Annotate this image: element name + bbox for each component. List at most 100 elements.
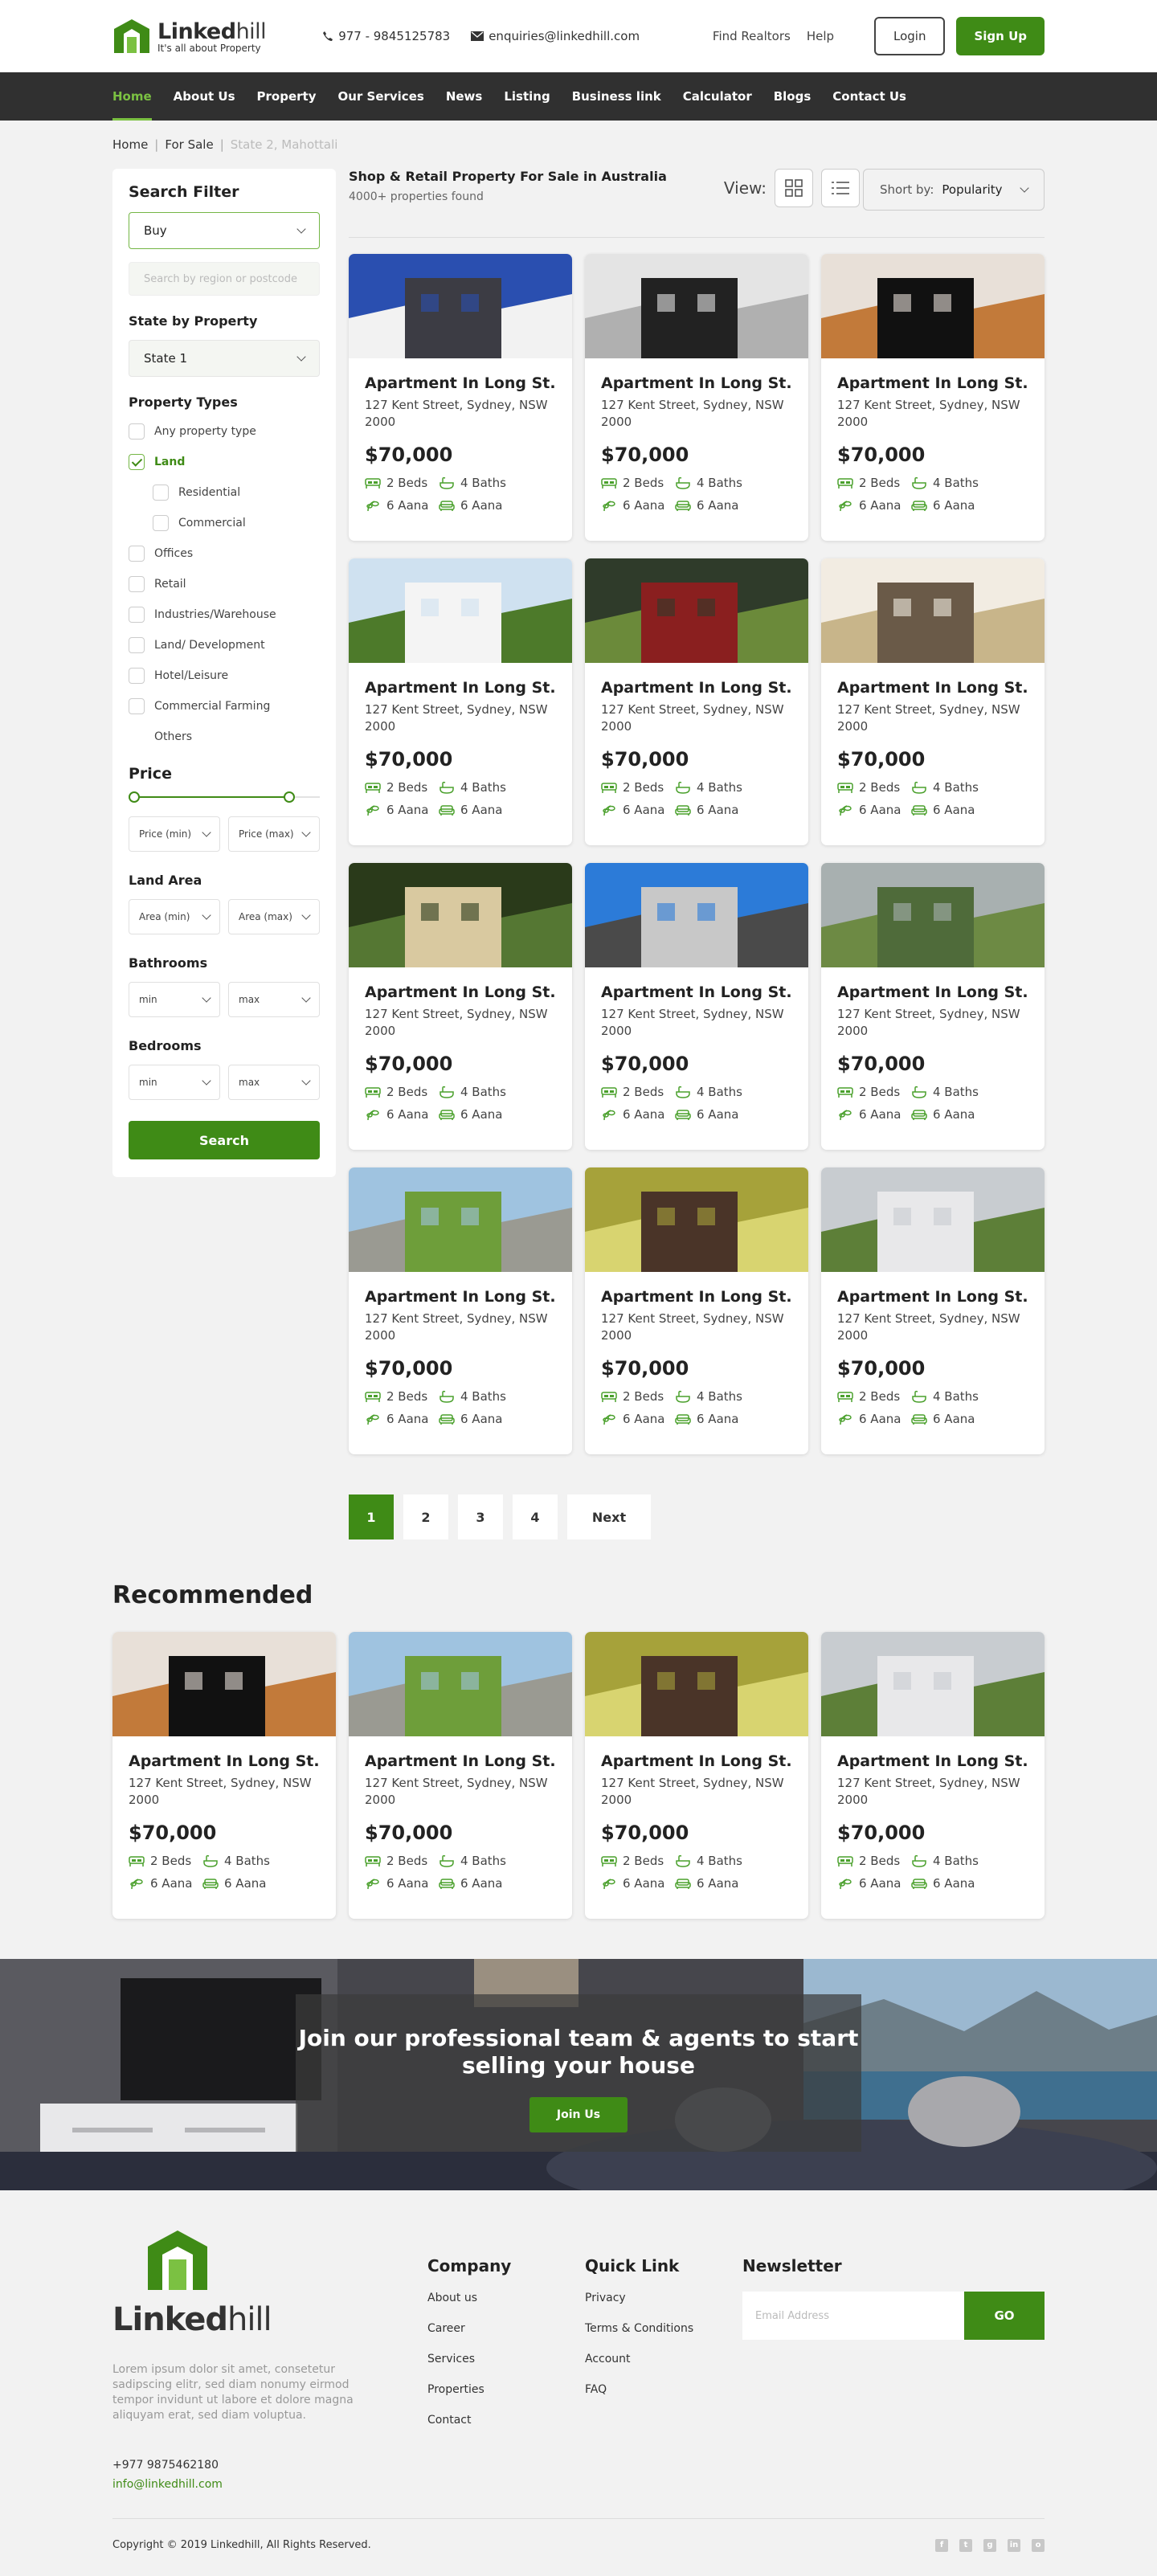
property-title[interactable]: Apartment In Long St.	[365, 1288, 556, 1306]
range-max-handle[interactable]	[284, 791, 296, 803]
checkbox[interactable]	[153, 485, 169, 501]
nav-about-us[interactable]: About Us	[174, 72, 235, 121]
nav-calculator[interactable]: Calculator	[683, 72, 752, 121]
footer-link-account[interactable]: Account	[585, 2353, 742, 2365]
property-card[interactable]: Apartment In Long St. 127 Kent Street, S…	[585, 254, 808, 541]
footer-link-terms[interactable]: Terms & Conditions	[585, 2322, 742, 2335]
nav-business-link[interactable]: Business link	[572, 72, 661, 121]
login-button[interactable]: Login	[874, 17, 946, 55]
next-page-button[interactable]: Next	[567, 1494, 651, 1539]
footer-link-faq[interactable]: FAQ	[585, 2383, 742, 2396]
footer-link-contact[interactable]: Contact	[427, 2414, 585, 2427]
property-card[interactable]: Apartment In Long St. 127 Kent Street, S…	[821, 254, 1045, 541]
type-commercial[interactable]: Commercial	[129, 508, 320, 538]
footer-link-about[interactable]: About us	[427, 2292, 585, 2304]
property-card[interactable]: Apartment In Long St. 127 Kent Street, S…	[585, 558, 808, 845]
type-land-development[interactable]: Land/ Development	[129, 630, 320, 660]
twitter-icon[interactable]: t	[959, 2538, 972, 2552]
property-title[interactable]: Apartment In Long St.	[365, 679, 556, 697]
property-title[interactable]: Apartment In Long St.	[365, 374, 556, 392]
price-min-select[interactable]: Price (min)	[129, 816, 220, 852]
type-industries[interactable]: Industries/Warehouse	[129, 599, 320, 630]
property-title[interactable]: Apartment In Long St.	[601, 1752, 792, 1770]
state-select[interactable]: State 1	[129, 340, 320, 377]
property-card[interactable]: Apartment In Long St. 127 Kent Street, S…	[585, 1167, 808, 1454]
property-title[interactable]: Apartment In Long St.	[365, 1752, 556, 1770]
signup-button[interactable]: Sign Up	[956, 17, 1045, 55]
checkbox-checked[interactable]	[129, 454, 145, 470]
footer-email[interactable]: info@linkedhill.com	[112, 2478, 427, 2491]
google-plus-icon[interactable]: g	[983, 2538, 996, 2552]
list-view-button[interactable]	[821, 169, 860, 207]
property-title[interactable]: Apartment In Long St.	[837, 374, 1028, 392]
instagram-icon[interactable]: o	[1032, 2538, 1045, 2552]
property-title[interactable]: Apartment In Long St.	[837, 1288, 1028, 1306]
footer-phone[interactable]: +977 9875462180	[112, 2459, 427, 2472]
property-title[interactable]: Apartment In Long St.	[365, 983, 556, 1001]
property-title[interactable]: Apartment In Long St.	[601, 374, 792, 392]
type-land[interactable]: Land	[129, 447, 320, 477]
bed-max-select[interactable]: max	[228, 1065, 320, 1100]
nav-our-services[interactable]: Our Services	[337, 72, 423, 121]
type-hotel[interactable]: Hotel/Leisure	[129, 660, 320, 691]
property-title[interactable]: Apartment In Long St.	[601, 679, 792, 697]
type-offices[interactable]: Offices	[129, 538, 320, 569]
help-link[interactable]: Help	[807, 29, 834, 43]
type-residential[interactable]: Residential	[129, 477, 320, 508]
newsletter-email-input[interactable]: Email Address	[742, 2292, 964, 2340]
checkbox[interactable]	[129, 423, 145, 440]
page-3-button[interactable]: 3	[458, 1494, 503, 1539]
join-us-button[interactable]: Join Us	[529, 2097, 628, 2132]
breadcrumb-home[interactable]: Home	[112, 137, 148, 152]
nav-news[interactable]: News	[446, 72, 483, 121]
logo[interactable]: Linkedhill It's all about Property	[112, 18, 267, 55]
type-others[interactable]: Others	[129, 722, 320, 752]
nav-home[interactable]: Home	[112, 72, 152, 121]
buy-rent-select[interactable]: Buy	[129, 212, 320, 249]
range-min-handle[interactable]	[129, 791, 140, 803]
header-email[interactable]: enquiries@linkedhill.com	[471, 29, 640, 43]
property-title[interactable]: Apartment In Long St.	[837, 1752, 1028, 1770]
property-card[interactable]: Apartment In Long St. 127 Kent Street, S…	[349, 254, 572, 541]
footer-link-privacy[interactable]: Privacy	[585, 2292, 742, 2304]
footer-link-career[interactable]: Career	[427, 2322, 585, 2335]
property-card[interactable]: Apartment In Long St. 127 Kent Street, S…	[821, 558, 1045, 845]
facebook-icon[interactable]: f	[935, 2538, 948, 2552]
breadcrumb-for-sale[interactable]: For Sale	[165, 137, 213, 152]
nav-contact-us[interactable]: Contact Us	[832, 72, 906, 121]
sort-select[interactable]: Short by: Popularity	[863, 169, 1045, 211]
property-card[interactable]: Apartment In Long St. 127 Kent Street, S…	[349, 863, 572, 1150]
type-retail[interactable]: Retail	[129, 569, 320, 599]
linkedin-icon[interactable]: in	[1008, 2538, 1020, 2552]
checkbox[interactable]	[153, 515, 169, 531]
price-range-slider[interactable]	[129, 789, 320, 805]
area-max-select[interactable]: Area (max)	[228, 899, 320, 934]
recommended-card[interactable]: Apartment In Long St. 127 Kent Street, S…	[112, 1632, 336, 1919]
price-max-select[interactable]: Price (max)	[228, 816, 320, 852]
property-title[interactable]: Apartment In Long St.	[837, 679, 1028, 697]
property-title[interactable]: Apartment In Long St.	[129, 1752, 320, 1770]
type-any[interactable]: Any property type	[129, 416, 320, 447]
recommended-card[interactable]: Apartment In Long St. 127 Kent Street, S…	[349, 1632, 572, 1919]
checkbox[interactable]	[129, 576, 145, 592]
page-1-button[interactable]: 1	[349, 1494, 394, 1539]
checkbox[interactable]	[129, 637, 145, 653]
footer-link-properties[interactable]: Properties	[427, 2383, 585, 2396]
property-card[interactable]: Apartment In Long St. 127 Kent Street, S…	[349, 558, 572, 845]
nav-listing[interactable]: Listing	[504, 72, 550, 121]
property-card[interactable]: Apartment In Long St. 127 Kent Street, S…	[821, 1167, 1045, 1454]
area-min-select[interactable]: Area (min)	[129, 899, 220, 934]
bath-min-select[interactable]: min	[129, 982, 220, 1017]
footer-link-services[interactable]: Services	[427, 2353, 585, 2365]
header-phone[interactable]: 977 - 9845125783	[322, 29, 450, 43]
property-card[interactable]: Apartment In Long St. 127 Kent Street, S…	[821, 863, 1045, 1150]
recommended-card[interactable]: Apartment In Long St. 127 Kent Street, S…	[821, 1632, 1045, 1919]
find-realtors-link[interactable]: Find Realtors	[713, 29, 791, 43]
type-commercial-farming[interactable]: Commercial Farming	[129, 691, 320, 722]
checkbox[interactable]	[129, 668, 145, 684]
recommended-card[interactable]: Apartment In Long St. 127 Kent Street, S…	[585, 1632, 808, 1919]
page-4-button[interactable]: 4	[513, 1494, 558, 1539]
property-card[interactable]: Apartment In Long St. 127 Kent Street, S…	[349, 1167, 572, 1454]
property-title[interactable]: Apartment In Long St.	[601, 983, 792, 1001]
property-title[interactable]: Apartment In Long St.	[601, 1288, 792, 1306]
